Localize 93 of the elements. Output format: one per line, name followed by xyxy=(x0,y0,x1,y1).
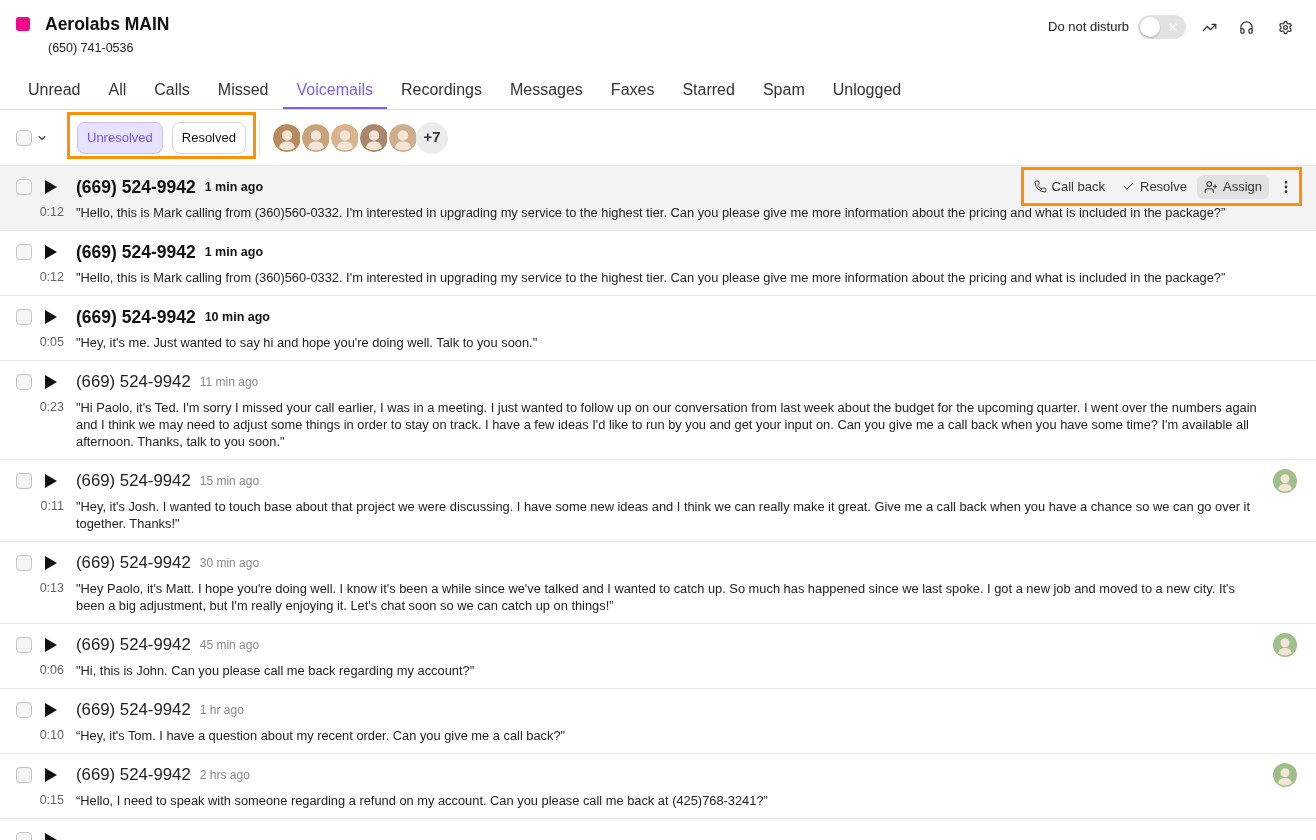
user-plus-icon xyxy=(1203,179,1218,194)
transcript-text: "Hello, this is Mark calling from (360)560-0332. I'm interested in upgrading my service to the highest tier. Can you please give me more information about the pricing and what is included in the package?” xyxy=(76,269,1227,286)
checkbox[interactable] xyxy=(16,374,32,390)
duration: 0:10 xyxy=(39,727,64,744)
duration: 0:06 xyxy=(39,662,64,679)
play-icon[interactable] xyxy=(45,245,57,259)
transcript-text: “Hello, I need to speak with someone regarding a refund on my account. Can you please call me back at (425)768-3241?” xyxy=(76,792,769,809)
transcript-text: "Hey Paolo, it's Matt. I hope you're doing well. I know it's been a while since we've talked and I wanted to catch up. So much has happened since we last spoke. I got a new job and moved to a new city. It's been a big adjustment, but I'm really enjoying it. Let's chat soon so we can catch up on things!” xyxy=(76,580,1236,614)
play-icon[interactable] xyxy=(45,556,57,570)
checkbox[interactable] xyxy=(16,767,32,783)
time-ago: 1 min ago xyxy=(204,178,263,196)
checkbox[interactable] xyxy=(16,244,32,260)
caller-number: (669) 524-9942 xyxy=(76,371,191,394)
caller-number: (669) 524-9942 xyxy=(76,764,191,787)
checkbox[interactable] xyxy=(16,129,32,146)
caller-number: (669) 524-9942 xyxy=(76,470,191,493)
time-ago: 30 min ago xyxy=(199,555,260,572)
play-icon[interactable] xyxy=(45,310,57,324)
tab[interactable]: Voicemails xyxy=(282,69,387,109)
time-ago: 1 min ago xyxy=(204,243,263,261)
agent-avatar xyxy=(386,121,419,154)
tab[interactable]: Starred xyxy=(668,69,749,109)
agent-avatar xyxy=(357,121,390,154)
transcript-text: "Hi Paolo, it's Ted. I'm sorry I missed your call earlier, I was in a meeting. I just wanted to follow up on our conversation from last week about the budget for the upcoming quarter. I went over the numbers again and I think we may need to adjust some things in order to stay on track. I have a few ideas I'd like to run by you and get your input on. Can you give me a call back when you have some time? I'm available all afternoon. Thanks, talk to you soon." xyxy=(76,399,1257,450)
line-color-icon xyxy=(16,17,30,31)
more-agents-count[interactable]: +7 xyxy=(415,121,448,154)
assignee-avatar xyxy=(1273,469,1297,493)
agent-avatar xyxy=(270,121,303,154)
phone-icon xyxy=(1033,180,1047,193)
filter-button[interactable]: Unresolved xyxy=(77,122,163,154)
filter-button[interactable]: Resolved xyxy=(171,122,246,154)
play-icon[interactable] xyxy=(45,474,57,488)
play-icon[interactable] xyxy=(45,703,57,717)
transcript-text: "Hey, it's me. Just wanted to say hi and hope you're doing well. Talk to you soon." xyxy=(76,334,539,351)
transcript-text: “Hey, it's Tom. I have a question about my recent order. Can you give me a call back?" xyxy=(76,727,567,744)
voicemail-row[interactable] xyxy=(0,166,1316,231)
transcript-text: "Hi, this is John. Can you please call me back regarding my account?" xyxy=(76,662,476,679)
caller-number: (669) 524-9942 xyxy=(76,175,196,199)
dnd-label: Do not disturb xyxy=(1048,18,1129,37)
checkbox[interactable] xyxy=(16,702,32,718)
checkbox[interactable] xyxy=(16,309,32,325)
duration: 0:12 xyxy=(39,269,64,286)
checkbox[interactable] xyxy=(16,637,32,653)
time-ago: 11 min ago xyxy=(199,374,259,391)
check-icon xyxy=(1122,180,1135,193)
duration: 0:13 xyxy=(39,580,64,597)
resolve-button[interactable]: Resolve xyxy=(1115,174,1194,199)
settings-icon xyxy=(1277,19,1293,35)
tab[interactable]: Calls xyxy=(140,69,204,109)
time-ago: 15 min ago xyxy=(199,473,260,490)
dnd-toggle[interactable] xyxy=(1138,15,1186,39)
agent-avatar xyxy=(299,121,332,154)
caller-number: (669) 524-9942 xyxy=(76,699,191,722)
assignee-avatar xyxy=(1273,763,1297,787)
tab[interactable]: Unlogged xyxy=(818,69,916,109)
assignee-avatar xyxy=(1273,633,1297,657)
tab[interactable]: Unread xyxy=(14,69,95,109)
checkbox[interactable] xyxy=(16,179,32,195)
play-icon[interactable] xyxy=(45,375,57,389)
assign-button[interactable]: Assign xyxy=(1196,174,1269,199)
transcript-text: "Hello, this is Mark calling from (360)560-0332. I'm interested in upgrading my service to the highest tier. Can you please give me more information about the pricing and what is included in the package?” xyxy=(76,204,1227,221)
tab[interactable]: All xyxy=(94,69,141,109)
caller-number: (669) 524-9942 xyxy=(76,552,191,575)
tab[interactable]: Spam xyxy=(748,69,819,109)
caller-number: (669) 524-9942 xyxy=(76,240,196,264)
duration: 0:12 xyxy=(39,204,64,221)
play-icon[interactable] xyxy=(45,638,57,652)
checkbox[interactable] xyxy=(16,473,32,489)
tab[interactable]: Recordings xyxy=(387,69,496,109)
line-phone-number: (650) 741-0536 xyxy=(48,40,134,56)
tab[interactable]: Missed xyxy=(203,69,283,109)
play-icon[interactable] xyxy=(45,768,57,782)
time-ago: 1 hr ago xyxy=(199,702,244,719)
play-icon[interactable] xyxy=(45,180,57,194)
agent-avatar xyxy=(328,121,361,154)
caller-number: (669) 524-9942 xyxy=(76,634,191,657)
duration: 0:15 xyxy=(39,792,64,809)
duration: 0:11 xyxy=(40,498,64,515)
time-ago: 2 hrs ago xyxy=(199,767,250,784)
toggle-knob xyxy=(1140,17,1160,37)
transcript-text: "Hey, it's Josh. I wanted to touch base about that project we were discussing. I have some new ideas and I think we can really make it great. Give me a call back when you have a chance so we can go over it together. Thanks!" xyxy=(76,498,1252,532)
time-ago: 10 min ago xyxy=(204,308,270,326)
duration: 0:23 xyxy=(39,399,64,416)
line-title: Aerolabs MAIN xyxy=(45,12,170,36)
caller-number: (669) 524-9942 xyxy=(76,305,196,329)
checkbox[interactable] xyxy=(16,555,32,571)
call-back-button[interactable]: Call back xyxy=(1026,174,1112,199)
tab[interactable]: Messages xyxy=(495,69,597,109)
duration: 0:05 xyxy=(39,334,64,351)
time-ago: 45 min ago xyxy=(199,637,260,654)
tab[interactable]: Faxes xyxy=(596,69,669,109)
headphones-icon xyxy=(1238,19,1254,35)
x-icon xyxy=(1167,21,1179,33)
